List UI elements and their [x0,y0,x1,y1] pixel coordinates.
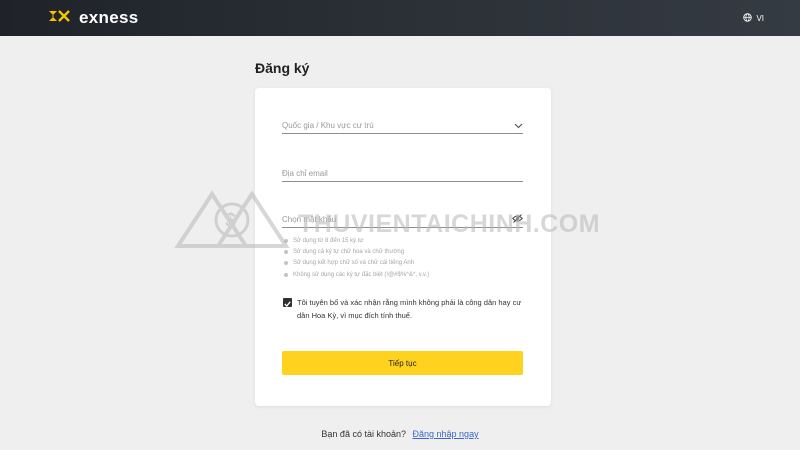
page-title: Đăng ký [255,60,310,76]
country-placeholder: Quốc gia / Khu vực cư trú [282,121,374,130]
brand-logo[interactable]: exness [48,8,138,28]
email-field[interactable]: Địa chỉ email [282,168,523,182]
bullet-icon [284,261,288,266]
password-rule-text: Sử dụng cả ký tự chữ hoa và chữ thường [293,248,405,255]
brand-name: exness [79,8,139,27]
login-prompt-text: Bạn đã có tài khoản? [321,429,406,439]
consent-text: Tôi tuyên bố và xác nhận rằng mình không… [297,298,522,320]
password-rules-list: Sử dụng từ 8 đến 15 ký tự Sử dụng cả ký … [284,235,429,280]
password-rule-text: Không sử dụng các ký tự đặc biệt (!@#$%^… [293,271,430,278]
checkmark-icon [284,294,291,312]
bullet-icon [284,249,288,254]
top-bar: exness VI [0,0,800,36]
language-selector[interactable]: VI [743,12,764,24]
password-rule-text: Sử dụng kết hợp chữ số và chữ cái tiếng … [293,260,415,267]
svg-text:$: $ [225,210,236,232]
eye-off-icon[interactable] [512,214,523,225]
login-prompt: Bạn đã có tài khoản? Đăng nhập ngay [0,429,800,439]
country-select[interactable]: Quốc gia / Khu vực cư trú [282,120,523,134]
password-rule-text: Sử dụng từ 8 đến 15 ký tự [293,237,364,244]
continue-button[interactable]: Tiếp tục [282,351,523,375]
password-rule: Sử dụng cả ký tự chữ hoa và chữ thường [284,246,429,257]
exness-logo-icon [48,9,74,27]
password-rule: Không sử dụng các ký tự đặc biệt (!@#$%^… [284,269,429,280]
password-field[interactable]: Chọn mật khẩu [282,214,523,228]
email-placeholder: Địa chỉ email [282,169,328,178]
registration-card: Quốc gia / Khu vực cư trú Địa chỉ email … [255,88,551,406]
password-placeholder: Chọn mật khẩu [282,215,337,224]
globe-icon [743,12,753,24]
bullet-icon [284,238,288,243]
language-label: VI [756,13,764,23]
chevron-down-icon[interactable] [514,122,523,131]
password-rule: Sử dụng từ 8 đến 15 ký tự [284,235,429,246]
consent-checkbox[interactable] [283,298,292,307]
password-rule: Sử dụng kết hợp chữ số và chữ cái tiếng … [284,258,429,269]
login-link[interactable]: Đăng nhập ngay [413,429,479,439]
bullet-icon [284,272,288,277]
